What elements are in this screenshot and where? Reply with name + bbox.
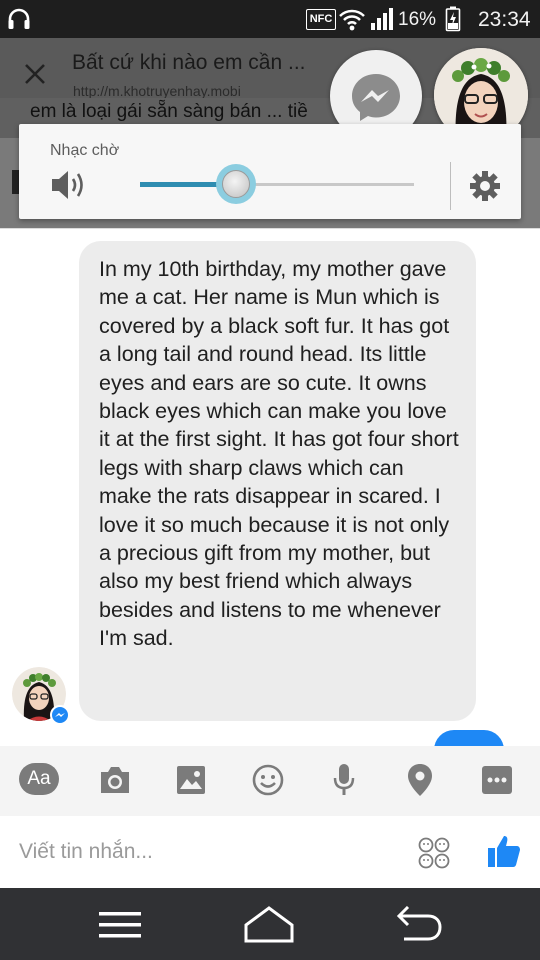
menu-icon[interactable] [99, 910, 141, 940]
messenger-badge-icon [50, 705, 70, 725]
signal-icon [370, 7, 394, 31]
clock: 23:34 [478, 8, 531, 31]
microphone-icon[interactable] [332, 763, 356, 797]
wifi-icon [338, 6, 366, 32]
messenger-icon [350, 72, 402, 122]
message-input[interactable]: Viết tin nhắn... [19, 840, 399, 864]
camera-icon[interactable] [98, 765, 132, 795]
headphones-icon [6, 6, 32, 32]
like-icon[interactable] [487, 834, 521, 868]
nfc-icon: NFC [306, 9, 336, 30]
volume-panel: Nhạc chờ [19, 124, 521, 219]
photo-icon[interactable] [176, 765, 206, 795]
back-icon[interactable] [396, 905, 442, 942]
home-icon[interactable] [243, 905, 295, 943]
close-icon[interactable] [23, 62, 47, 86]
chat-header-divider [0, 228, 540, 229]
volume-thumb-core [222, 170, 250, 198]
message-input-row: Viết tin nhắn... [0, 816, 540, 888]
emoji-icon[interactable] [252, 764, 284, 796]
sender-avatar[interactable] [12, 667, 70, 725]
composer-toolbar: Aa [0, 746, 540, 816]
message-text: In my 10th birthday, my mother gave me a… [99, 257, 459, 651]
battery-icon [445, 6, 461, 32]
volume-label: Nhạc chờ [50, 142, 120, 159]
navigation-bar [0, 888, 540, 960]
message-bubble[interactable]: In my 10th birthday, my mother gave me a… [79, 241, 476, 721]
gear-icon[interactable] [469, 170, 501, 202]
divider [450, 162, 451, 210]
page-url: http://m.khotruyenhay.mobi [73, 83, 241, 99]
sticker-icon[interactable] [418, 837, 450, 869]
volume-slider-thumb[interactable] [216, 164, 256, 204]
status-bar: NFC 16% 23:34 [0, 0, 540, 38]
battery-percent: 16% [398, 9, 437, 30]
page-text-peek: em là loại gái sẵn sàng bán ... tiề [30, 101, 308, 122]
more-icon[interactable] [482, 766, 512, 794]
page-title: Bất cứ khi nào em cần ... [72, 51, 306, 74]
aa-button[interactable]: Aa [19, 763, 59, 795]
volume-slider[interactable] [140, 164, 414, 204]
location-icon[interactable] [407, 763, 433, 797]
speaker-icon[interactable] [50, 168, 88, 202]
